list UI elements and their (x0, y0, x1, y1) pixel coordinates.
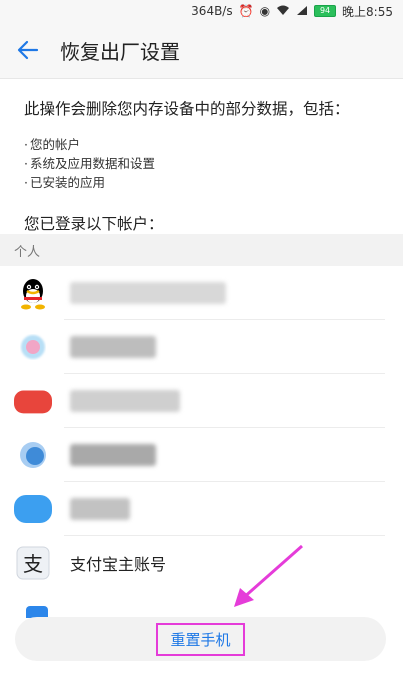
back-arrow-icon (17, 40, 39, 60)
blurred-account-name (70, 444, 156, 466)
battery-icon: 94 (314, 5, 337, 17)
blurred-app-icon (14, 382, 52, 420)
account-list: 支 支付宝主账号 (0, 266, 403, 590)
bullet-list: 您的帐户 系统及应用数据和设置 已安装的应用 (0, 119, 403, 192)
blurred-account-name (70, 282, 226, 304)
account-item[interactable]: 支 支付宝主账号 (0, 536, 403, 590)
svg-text:支: 支 (23, 552, 43, 576)
wifi-icon (276, 5, 290, 18)
bullet-item: 已安装的应用 (24, 173, 379, 192)
status-time: 晚上8:55 (342, 4, 393, 19)
partially-hidden-row (26, 604, 386, 618)
blurred-account-name (70, 390, 180, 412)
blurred-app-icon (14, 490, 52, 528)
account-item[interactable] (0, 266, 403, 320)
bullet-item: 您的帐户 (24, 135, 379, 154)
blurred-account-name (70, 336, 156, 358)
account-item[interactable] (0, 428, 403, 482)
blurred-app-icon (14, 328, 52, 366)
blurred-app-icon (14, 436, 52, 474)
intro-text: 此操作会删除您内存设备中的部分数据，包括： (24, 100, 350, 118)
bullet-item: 系统及应用数据和设置 (24, 154, 379, 173)
status-bar: 364B/s ⏰ ◉ 94 晚上8:55 (0, 0, 403, 22)
group-header-personal: 个人 (0, 234, 403, 266)
reset-phone-button[interactable]: 重置手机 (156, 622, 245, 656)
reset-bar: 重置手机 (15, 617, 386, 661)
app-header: 恢复出厂设置 (0, 22, 403, 78)
back-button[interactable] (0, 22, 56, 78)
alipay-icon: 支 (14, 544, 52, 582)
signal-icon (296, 5, 308, 18)
content: 此操作会删除您内存设备中的部分数据，包括： 您的帐户 系统及应用数据和设置 已安… (0, 79, 403, 234)
eye-icon: ◉ (259, 4, 271, 18)
blurred-account-name (70, 498, 130, 520)
alarm-icon: ⏰ (238, 4, 254, 18)
account-item[interactable] (0, 374, 403, 428)
page-title: 恢复出厂设置 (60, 39, 180, 64)
account-item[interactable] (0, 482, 403, 536)
network-speed: 364B/s (191, 4, 233, 18)
accounts-heading: 您已登录以下帐户： (24, 215, 164, 233)
account-item[interactable] (0, 320, 403, 374)
account-name: 支付宝主账号 (70, 555, 167, 574)
qq-icon (14, 274, 52, 312)
annotation-arrow-icon (234, 544, 303, 607)
